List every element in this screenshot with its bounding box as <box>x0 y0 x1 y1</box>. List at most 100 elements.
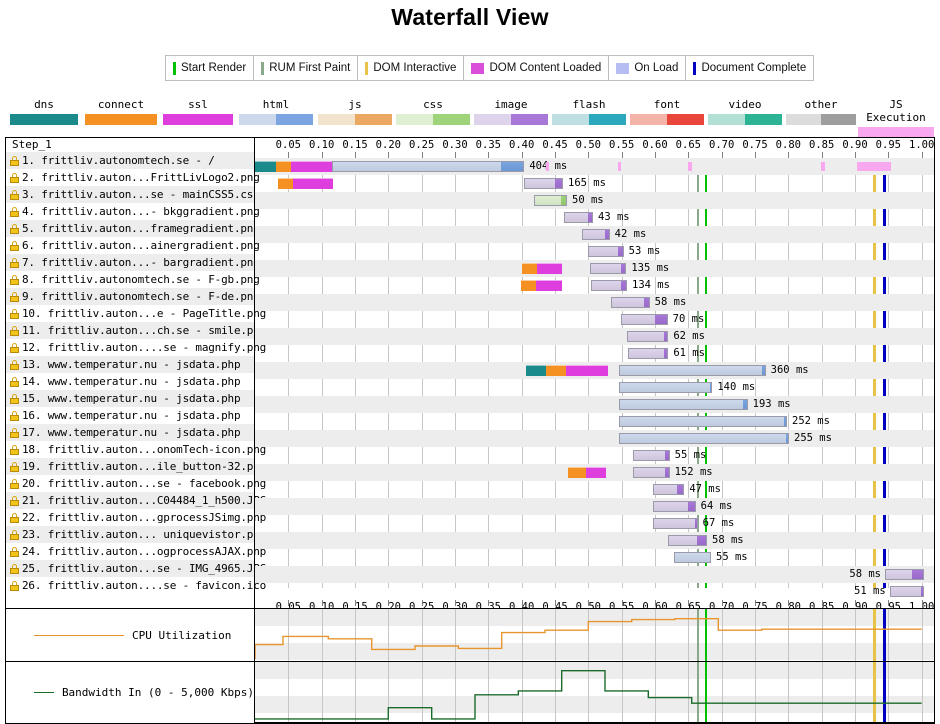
request-label-row[interactable]: 6. frittliv.auton...ainergradient.png <box>6 237 260 254</box>
request-label-text: 8. frittliv.autonomtech.se - F-gb.png <box>22 273 260 286</box>
waterfall-row[interactable]: 47 ms <box>255 481 934 498</box>
request-label-list: 1. frittliv.autonomtech.se - / 2. frittli… <box>6 152 266 594</box>
request-label-row[interactable]: 23. frittliv.auton... uniquevistor.png <box>6 526 266 543</box>
time-tick-label: 0.15 <box>342 139 368 151</box>
time-tick-mark <box>755 600 756 606</box>
mime-key-swatch <box>318 114 392 125</box>
dom-interactive-marker-icon <box>365 61 369 75</box>
request-label-row[interactable]: 21. frittliv.auton...C04484_1_h500.JPG <box>6 492 266 509</box>
request-label-row[interactable]: 24. frittliv.auton...ogprocessAJAX.php <box>6 543 266 560</box>
waterfall-row[interactable]: 255 ms <box>255 430 934 447</box>
waterfall-row[interactable]: 51 ms <box>255 583 934 600</box>
waterfall-row[interactable]: 58 ms <box>255 532 934 549</box>
mime-key-other: other <box>786 98 856 125</box>
time-tick-label: 0.75 <box>742 139 768 151</box>
waterfall-row[interactable]: 140 ms <box>255 379 934 396</box>
bandwidth-in-line-swatch <box>34 692 54 693</box>
waterfall-row[interactable]: 53 ms <box>255 243 934 260</box>
bar-segment-css <box>533 195 567 206</box>
mime-key-label: html <box>262 98 290 111</box>
request-label-row[interactable]: 11. frittliv.auton...ch.se - smile.png <box>6 322 266 339</box>
time-tick-label: 0.45 <box>542 139 568 151</box>
request-label-row[interactable]: 19. frittliv.auton...ile_button-32.png <box>6 458 266 475</box>
waterfall-bar-rows: 404 ms 165 ms 50 ms 43 ms 42 ms 53 ms 135 ms 13… <box>255 158 934 600</box>
request-label-row[interactable]: 8. frittliv.autonomtech.se - F-gb.png <box>6 271 260 288</box>
waterfall-row[interactable]: 50 ms <box>255 192 934 209</box>
legend-item-dom-content-loaded: DOM Content Loaded <box>464 56 610 80</box>
mime-key-css: css <box>396 98 470 125</box>
waterfall-row[interactable]: 360 ms <box>255 362 934 379</box>
bottom-chart-labels: CPU Utilization Bandwidth In (0 - 5,000 … <box>6 609 255 723</box>
request-label-row[interactable]: 2. frittliv.auton...FrittLivLogo2.png <box>6 169 260 186</box>
mime-key-label: video <box>728 98 762 111</box>
waterfall-row[interactable]: 61 ms <box>255 345 934 362</box>
mime-key-swatch <box>786 114 856 125</box>
waterfall-row[interactable]: 152 ms <box>255 464 934 481</box>
waterfall-row[interactable]: 165 ms <box>255 175 934 192</box>
lock-icon <box>10 155 19 166</box>
time-tick-mark <box>855 600 856 606</box>
waterfall-row[interactable]: 58 ms <box>255 294 934 311</box>
waterfall-row[interactable]: 55 ms <box>255 447 934 464</box>
request-label-row[interactable]: 14. www.temperatur.nu - jsdata.php <box>6 373 254 390</box>
mime-key-label: JS Execution <box>866 98 926 124</box>
request-label-row[interactable]: 1. frittliv.autonomtech.se - / <box>6 152 254 169</box>
request-label-row[interactable]: 16. www.temperatur.nu - jsdata.php <box>6 407 254 424</box>
waterfall-row[interactable]: 252 ms <box>255 413 934 430</box>
bar-download-segment <box>554 179 562 188</box>
legend-item-dom-interactive: DOM Interactive <box>358 56 465 80</box>
lock-icon <box>10 189 19 200</box>
request-label-row[interactable]: 25. frittliv.auton...se - IMG_4965.JPG <box>6 560 266 577</box>
waterfall-row[interactable]: 134 ms <box>255 277 934 294</box>
mime-key-html: html <box>239 98 313 125</box>
waterfall-row[interactable]: 193 ms <box>255 396 934 413</box>
js-execution-marker <box>857 162 891 171</box>
time-tick-mark <box>388 600 390 606</box>
bar-wait-segment <box>620 366 762 375</box>
request-label-row[interactable]: 20. frittliv.auton...se - facebook.png <box>6 475 266 492</box>
request-label-row[interactable]: 15. www.temperatur.nu - jsdata.php <box>6 390 254 407</box>
request-label-row[interactable]: 26. frittliv.auton....se - favicon.ico <box>6 577 266 594</box>
bar-duration-label: 360 ms <box>770 364 809 376</box>
waterfall-row[interactable]: 135 ms <box>255 260 934 277</box>
time-tick-label: 0.95 <box>875 139 901 151</box>
bar-wait-segment <box>620 400 743 409</box>
request-label-row[interactable]: 7. frittliv.auton...- bargradient.png <box>6 254 260 271</box>
bar-wait-segment <box>591 264 621 273</box>
waterfall-row[interactable]: 70 ms <box>255 311 934 328</box>
waterfall-row[interactable]: 43 ms <box>255 209 934 226</box>
waterfall-row[interactable]: 404 ms <box>255 158 934 175</box>
waterfall-row[interactable]: 64 ms <box>255 498 934 515</box>
request-label-row[interactable]: 3. frittliv.auton...se - mainCSS5.css <box>6 186 260 203</box>
waterfall-row[interactable]: 42 ms <box>255 226 934 243</box>
legend-label: DOM Content Loaded <box>489 62 602 74</box>
legend-label: On Load <box>634 62 679 74</box>
lock-icon <box>10 257 19 268</box>
waterfall-row[interactable]: 67 ms <box>255 515 934 532</box>
request-label-row[interactable]: 5. frittliv.auton...framegradient.png <box>6 220 260 237</box>
request-label-row[interactable]: 9. frittliv.autonomtech.se - F-de.png <box>6 288 260 305</box>
bar-segment-html <box>619 382 713 393</box>
request-label-row[interactable]: 17. www.temperatur.nu - jsdata.php <box>6 424 254 441</box>
request-label-row[interactable]: 4. frittliv.auton...- bkggradient.png <box>6 203 260 220</box>
waterfall-row[interactable]: 62 ms <box>255 328 934 345</box>
request-label-row[interactable]: 10. frittliv.auton...e - PageTitle.png <box>6 305 266 322</box>
mime-key-ssl: ssl <box>163 98 233 125</box>
request-label-column: Step_1 1. frittliv.autonomtech.se - / 2. … <box>6 138 266 608</box>
waterfall-row[interactable]: 58 ms <box>255 566 934 583</box>
time-tick-label: 0.05 <box>275 139 301 151</box>
time-tick-mark <box>921 600 923 606</box>
lock-icon <box>10 546 19 557</box>
bar-segment-image <box>590 263 627 274</box>
time-tick-mark <box>355 600 356 606</box>
request-label-row[interactable]: 22. frittliv.auton...gprocessJSimg.php <box>6 509 266 526</box>
bar-download-segment <box>500 162 524 171</box>
request-label-row[interactable]: 18. frittliv.auton...onomTech-icon.png <box>6 441 266 458</box>
waterfall-row[interactable]: 55 ms <box>255 549 934 566</box>
request-label-row[interactable]: 12. frittliv.auton....se - magnify.png <box>6 339 266 356</box>
bar-segment-image <box>591 280 627 291</box>
bar-duration-label: 58 ms <box>712 534 744 546</box>
time-tick-label: 0.25 <box>409 139 435 151</box>
bar-segment-image <box>885 569 924 580</box>
request-label-row[interactable]: 13. www.temperatur.nu - jsdata.php <box>6 356 254 373</box>
